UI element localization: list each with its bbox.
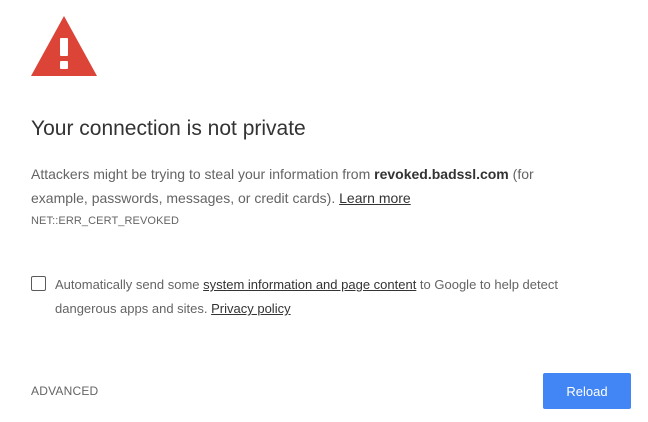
warning-triangle-icon [31,16,97,76]
optin-text: Automatically send some system informati… [55,273,595,321]
optin-text-start: Automatically send some [55,277,204,292]
error-code: NET::ERR_CERT_REVOKED [31,215,179,227]
system-information-link[interactable]: system information and page content [203,277,416,292]
privacy-policy-link[interactable]: Privacy policy [211,301,290,316]
advanced-button[interactable]: ADVANCED [31,384,98,398]
learn-more-link[interactable]: Learn more [339,190,411,206]
page-title: Your connection is not private [31,117,306,140]
error-description: Attackers might be trying to steal your … [31,162,591,210]
host-name: revoked.badssl.com [374,166,509,182]
description-text: Attackers might be trying to steal your … [31,166,375,182]
optin-checkbox[interactable] [31,276,46,291]
reload-button[interactable]: Reload [543,373,631,409]
